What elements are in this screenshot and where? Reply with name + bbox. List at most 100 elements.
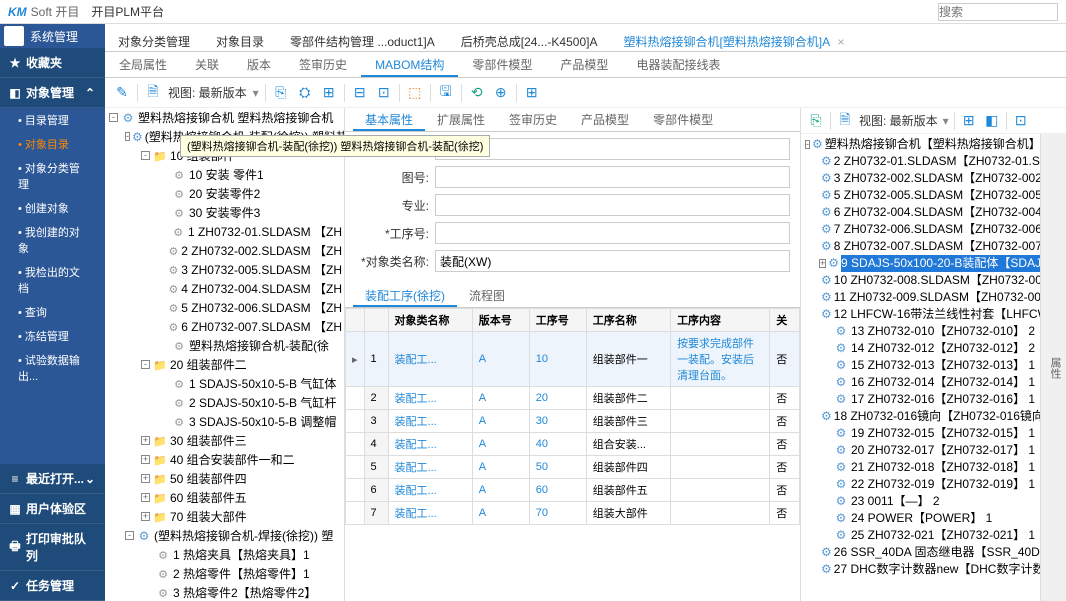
- left-tree-item-5[interactable]: 30 安装零件3: [105, 203, 344, 222]
- right-tree-item-4[interactable]: 6 ZH0732-004.SLDASM【ZH0732-004.SLDA: [803, 204, 1038, 221]
- right-tree-item-9[interactable]: 11 ZH0732-009.SLDASM【ZH0732-009.SLDA: [803, 289, 1038, 306]
- secondary-tab-5[interactable]: 零部件模型: [458, 52, 546, 77]
- left-tree-item-16[interactable]: 3 SDAJS-50x10-5-B 调整帽: [105, 412, 344, 431]
- tree-expand-icon[interactable]: +: [141, 455, 150, 464]
- sidebar-sub-5[interactable]: 我检出的文档: [0, 260, 105, 300]
- input-class-type[interactable]: [435, 250, 790, 272]
- left-tree-item-6[interactable]: 1 ZH0732-01.SLDASM 【ZH: [105, 222, 344, 241]
- right-tree-item-0[interactable]: -塑料热熔接铆合机【塑料热熔接铆合机】 1: [803, 136, 1038, 153]
- center-tab-1[interactable]: 扩展属性: [425, 108, 497, 131]
- primary-tab-3[interactable]: 后桥壳总成[24...-K4500]A: [448, 28, 611, 51]
- sidebar-print-queue[interactable]: 🖶 打印审批队列: [0, 524, 105, 571]
- right-tree-item-12[interactable]: 14 ZH0732-012【ZH0732-012】 2: [803, 340, 1038, 357]
- tree-expand-icon[interactable]: -: [141, 151, 150, 160]
- right-tree-item-5[interactable]: 7 ZH0732-006.SLDASM【ZH0732-006.SLDA: [803, 221, 1038, 238]
- right-tree-item-22[interactable]: 24 POWER【POWER】 1: [803, 510, 1038, 527]
- left-tree-item-11[interactable]: 6 ZH0732-007.SLDASM 【ZH: [105, 317, 344, 336]
- left-tree-item-12[interactable]: 塑料热熔接铆合机-装配(徐: [105, 336, 344, 355]
- right-tree-item-3[interactable]: 5 ZH0732-005.SLDASM【ZH0732-005.SLDA: [803, 187, 1038, 204]
- center-tab-2[interactable]: 签审历史: [497, 108, 569, 131]
- right-tree-item-23[interactable]: 25 ZH0732-021【ZH0732-021】 1: [803, 527, 1038, 544]
- grid-row[interactable]: 4装配工...A40组合安装...否: [346, 433, 800, 456]
- left-tree-item-24[interactable]: 2 热熔零件【热熔零件】1: [105, 564, 344, 583]
- primary-tab-2[interactable]: 零部件结构管理 ...oduct1]A: [277, 28, 448, 51]
- rt3-icon[interactable]: ⊡: [1012, 112, 1030, 130]
- secondary-tab-0[interactable]: 全局属性: [105, 52, 181, 77]
- grid-header[interactable]: [364, 309, 388, 332]
- right-view-label[interactable]: 视图: 最新版本: [859, 112, 938, 129]
- left-tree-item-3[interactable]: 10 安装 零件1: [105, 165, 344, 184]
- tree-expand-icon[interactable]: +: [819, 259, 826, 268]
- tree-expand-icon[interactable]: +: [141, 436, 150, 445]
- right-tree-item-21[interactable]: 23 0011【—】 2: [803, 493, 1038, 510]
- left-tree-item-7[interactable]: 2 ZH0732-002.SLDASM 【ZH: [105, 241, 344, 260]
- copy-icon[interactable]: ⎘: [807, 112, 825, 130]
- primary-tab-1[interactable]: 对象目录: [203, 28, 277, 51]
- tree-expand-icon[interactable]: -: [125, 531, 134, 540]
- input-drawing-no[interactable]: [435, 166, 790, 188]
- left-tree-item-25[interactable]: 3 热熔零件2【热熔零件2】: [105, 583, 344, 601]
- left-tree-item-0[interactable]: -塑料热熔接铆合机 塑料热熔接铆合机: [105, 108, 344, 127]
- left-tree-item-10[interactable]: 5 ZH0732-006.SLDASM 【ZH: [105, 298, 344, 317]
- grid-row[interactable]: 2装配工...A20组装部件二否: [346, 387, 800, 410]
- edit-icon[interactable]: ✎: [113, 84, 131, 102]
- secondary-tab-7[interactable]: 电器装配接线表: [622, 52, 734, 77]
- left-tree-item-9[interactable]: 4 ZH0732-004.SLDASM 【ZH: [105, 279, 344, 298]
- sidebar-recent[interactable]: ≡ 最近打开... ⌄: [0, 464, 105, 494]
- left-tree-item-21[interactable]: +70 组装大部件: [105, 507, 344, 526]
- right-tree-item-17[interactable]: 19 ZH0732-015【ZH0732-015】 1: [803, 425, 1038, 442]
- sub-tab-0[interactable]: 装配工序(徐挖): [353, 284, 457, 307]
- left-tree-item-19[interactable]: +50 组装部件四: [105, 469, 344, 488]
- left-tree-item-18[interactable]: +40 组合安装部件一和二: [105, 450, 344, 469]
- sidebar-sub-8[interactable]: 试验数据输出...: [0, 348, 105, 388]
- right-tree-item-25[interactable]: 27 DHC数字计数器new【DHC数字计数器: [803, 561, 1038, 578]
- secondary-tab-1[interactable]: 关联: [181, 52, 233, 77]
- tool8-icon[interactable]: ⟲: [468, 84, 486, 102]
- avatar[interactable]: [4, 26, 24, 46]
- sidebar-top-label[interactable]: 系统管理: [30, 28, 78, 45]
- sidebar-sub-6[interactable]: 查询: [0, 300, 105, 324]
- right-tree-item-2[interactable]: 3 ZH0732-002.SLDASM【ZH0732-002.SLDA: [803, 170, 1038, 187]
- right-tree-item-11[interactable]: 13 ZH0732-010【ZH0732-010】 2: [803, 323, 1038, 340]
- doc2-icon[interactable]: 🗎: [836, 112, 854, 130]
- grid-row[interactable]: 7装配工...A70组装大部件否: [346, 502, 800, 525]
- grid-row[interactable]: 3装配工...A30组装部件三否: [346, 410, 800, 433]
- tool9-icon[interactable]: ⊕: [492, 84, 510, 102]
- right-tree-item-16[interactable]: 18 ZH0732-016镜向【ZH0732-016镜向】 1: [803, 408, 1038, 425]
- left-tree-item-17[interactable]: +30 组装部件三: [105, 431, 344, 450]
- center-tab-4[interactable]: 零部件模型: [641, 108, 725, 131]
- grid-row[interactable]: ▸1装配工...A10组装部件一按要求完成部件一装配。安装后清理台面。否: [346, 332, 800, 387]
- tool3-icon[interactable]: ⊞: [320, 84, 338, 102]
- right-tree-item-13[interactable]: 15 ZH0732-013【ZH0732-013】 1: [803, 357, 1038, 374]
- tool10-icon[interactable]: ⊞: [523, 84, 541, 102]
- rt1-icon[interactable]: ⊞: [960, 112, 978, 130]
- right-tree-item-8[interactable]: 10 ZH0732-008.SLDASM【ZH0732-008.SLDA: [803, 272, 1038, 289]
- grid-row[interactable]: 5装配工...A50组装部件四否: [346, 456, 800, 479]
- doc-icon[interactable]: 🗎: [144, 84, 162, 102]
- tool1-icon[interactable]: ⎘: [272, 84, 290, 102]
- left-tree-item-8[interactable]: 3 ZH0732-005.SLDASM 【ZH: [105, 260, 344, 279]
- input-specialty[interactable]: [435, 194, 790, 216]
- attributes-tab[interactable]: 属性: [1040, 134, 1066, 601]
- sidebar-sub-7[interactable]: 冻结管理: [0, 324, 105, 348]
- right-tree-item-20[interactable]: 22 ZH0732-019【ZH0732-019】 1: [803, 476, 1038, 493]
- tree-expand-icon[interactable]: +: [141, 474, 150, 483]
- left-tree-item-13[interactable]: -20 组装部件二: [105, 355, 344, 374]
- secondary-tab-3[interactable]: 签审历史: [285, 52, 361, 77]
- grid-row[interactable]: 6装配工...A60组装部件五否: [346, 479, 800, 502]
- secondary-tab-6[interactable]: 产品模型: [546, 52, 622, 77]
- secondary-tab-2[interactable]: 版本: [233, 52, 285, 77]
- left-tree-item-22[interactable]: -(塑料热熔接铆合机-焊接(徐挖)) 塑: [105, 526, 344, 545]
- sidebar-task-mgmt[interactable]: ✓ 任务管理: [0, 571, 105, 601]
- grid-header[interactable]: 版本号: [472, 309, 529, 332]
- sub-tab-1[interactable]: 流程图: [457, 284, 517, 307]
- center-tab-3[interactable]: 产品模型: [569, 108, 641, 131]
- tool7-icon[interactable]: 🖫: [437, 84, 455, 102]
- tree-expand-icon[interactable]: +: [141, 493, 150, 502]
- input-proc-no[interactable]: [435, 222, 790, 244]
- sidebar-sub-0[interactable]: 目录管理: [0, 108, 105, 132]
- grid-header[interactable]: 工序名称: [586, 309, 670, 332]
- grid-header[interactable]: 对象类名称: [388, 309, 472, 332]
- right-tree-item-14[interactable]: 16 ZH0732-014【ZH0732-014】 1: [803, 374, 1038, 391]
- grid-header[interactable]: 工序号: [529, 309, 586, 332]
